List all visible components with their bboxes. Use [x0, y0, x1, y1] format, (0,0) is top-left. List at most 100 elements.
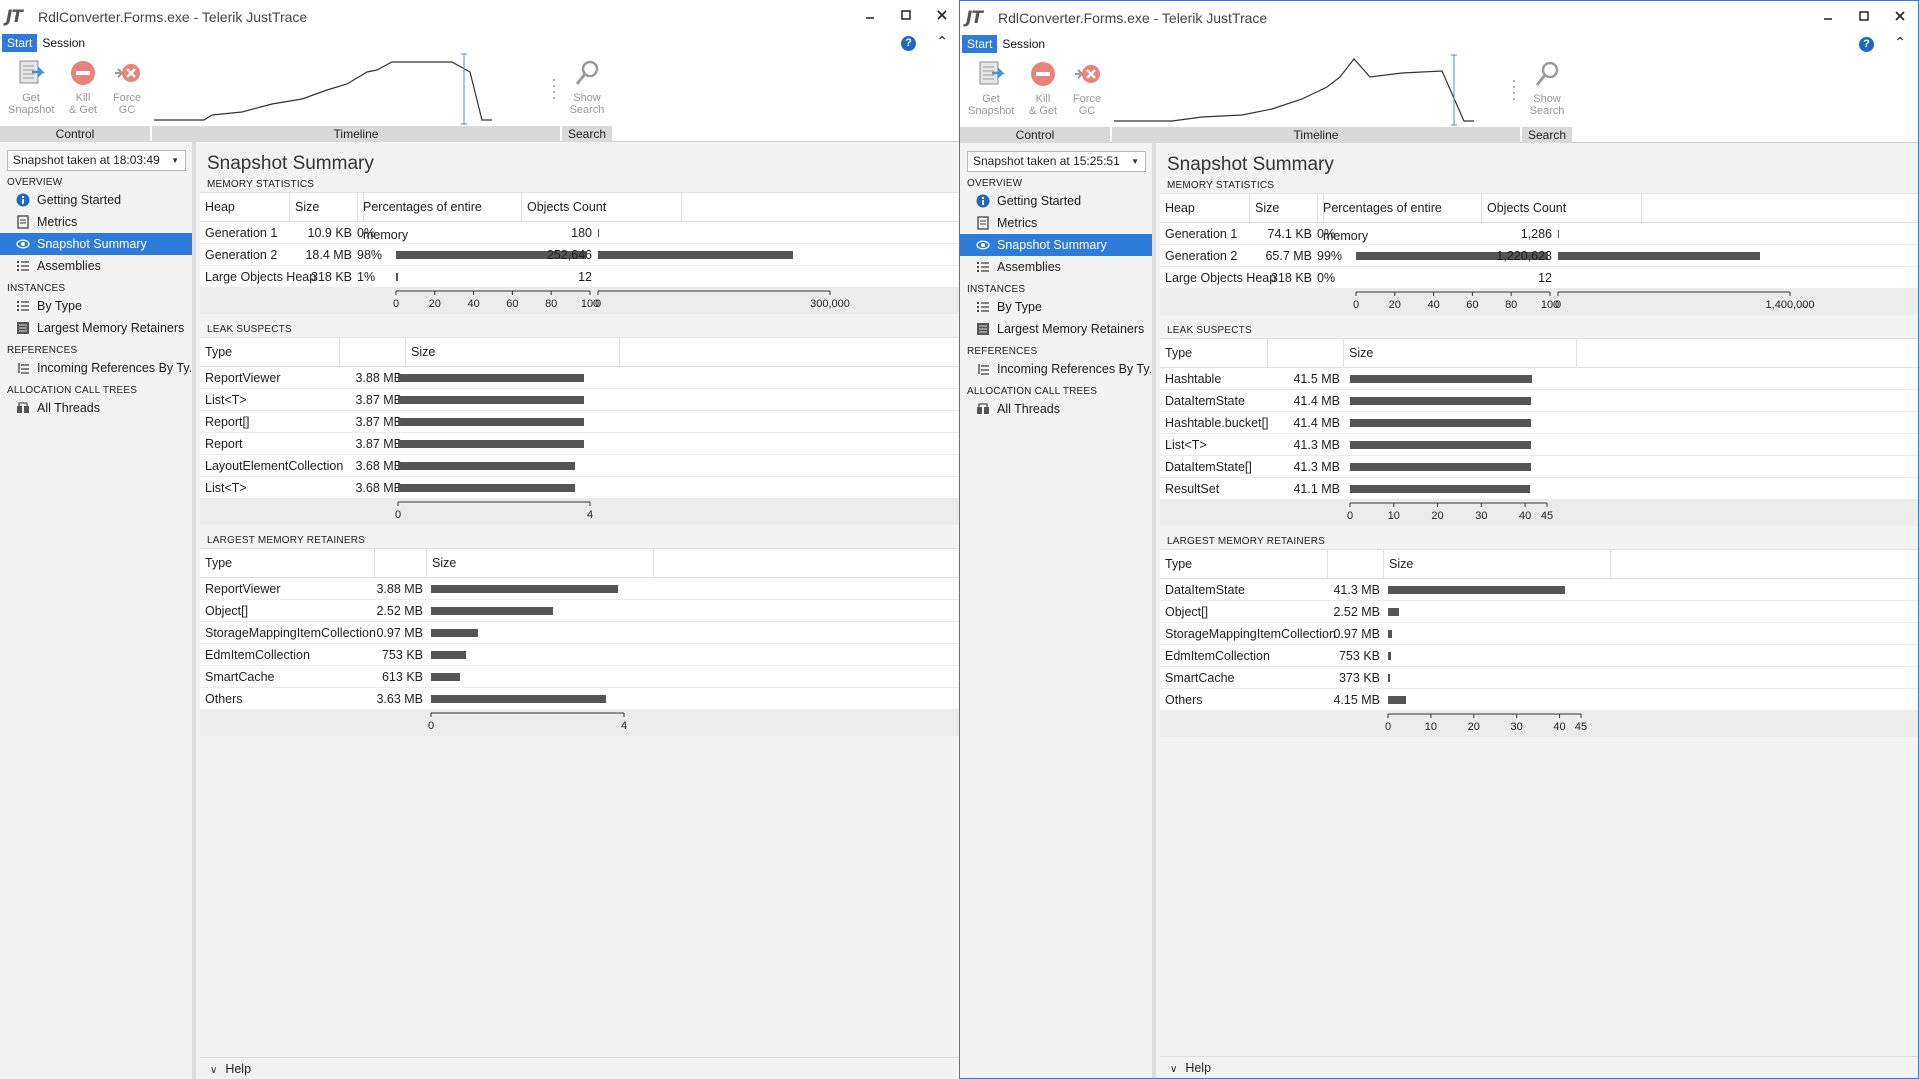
- kill-get-button[interactable]: Kill & Get: [1020, 57, 1066, 117]
- minimize-button[interactable]: [1810, 1, 1846, 31]
- table-row[interactable]: Generation 1 74.1 KB 0% 1,286: [1160, 223, 1918, 245]
- table-row[interactable]: List<T> 41.3 MB: [1160, 434, 1918, 456]
- table-row[interactable]: Object[] 2.52 MB: [1160, 601, 1918, 623]
- table-row[interactable]: ReportViewer 3.88 MB: [200, 367, 960, 389]
- size-bar: [1388, 630, 1393, 638]
- table-row[interactable]: ReportViewer 3.88 MB: [200, 578, 960, 600]
- show-search-button[interactable]: Show Search: [1524, 57, 1570, 117]
- table-row[interactable]: Generation 2 18.4 MB 98% 252,646: [200, 244, 960, 266]
- table-row[interactable]: SmartCache 613 KB: [200, 666, 960, 688]
- force-gc-button[interactable]: Force GC: [104, 56, 150, 116]
- column-header-percentages-of-entire-memory[interactable]: Percentages of entire memory: [358, 193, 522, 242]
- sidebar-item-metrics[interactable]: Metrics: [0, 211, 192, 233]
- close-button[interactable]: [1882, 1, 1918, 31]
- column-header-size[interactable]: Size: [290, 193, 358, 221]
- get-snapshot-button[interactable]: Get Snapshot: [8, 56, 54, 116]
- force-gc-button[interactable]: Force GC: [1064, 57, 1110, 117]
- sidebar-item-by-type[interactable]: By Type: [0, 295, 192, 317]
- minimize-button[interactable]: [852, 0, 888, 30]
- column-header-size[interactable]: Size: [406, 338, 620, 366]
- table-row[interactable]: Others 4.15 MB: [1160, 689, 1918, 711]
- sidebar-item-largest-memory-retainers[interactable]: Largest Memory Retainers: [960, 318, 1152, 340]
- tab-start[interactable]: Start: [962, 35, 998, 53]
- tab-start[interactable]: Start: [2, 34, 38, 52]
- sidebar-item-getting-started[interactable]: Getting Started: [0, 189, 192, 211]
- button-label-line1: Force: [1072, 93, 1102, 105]
- help-panel-toggle[interactable]: ∨ Help: [1160, 1056, 1918, 1078]
- size-value: 41.1 MB: [1293, 482, 1340, 496]
- close-button[interactable]: [924, 0, 960, 30]
- tab-session[interactable]: Session: [37, 34, 90, 52]
- column-header-heap[interactable]: Heap: [1160, 194, 1250, 222]
- column-header-heap[interactable]: Heap: [200, 193, 290, 221]
- table-row[interactable]: DataItemState 41.4 MB: [1160, 390, 1918, 412]
- help-icon[interactable]: ?: [901, 36, 916, 51]
- sidebar-item-metrics[interactable]: Metrics: [960, 212, 1152, 234]
- snapshot-select[interactable]: Snapshot taken at 15:25:51 ▼: [967, 151, 1146, 172]
- table-row[interactable]: EdmItemCollection 753 KB: [1160, 645, 1918, 667]
- tab-session[interactable]: Session: [997, 35, 1050, 53]
- heap-name: Generation 2: [1165, 249, 1238, 263]
- window-controls: [1810, 1, 1918, 31]
- column-header-type[interactable]: Type: [200, 338, 340, 366]
- maximize-button[interactable]: [1846, 1, 1882, 31]
- table-row[interactable]: DataItemState 41.3 MB: [1160, 579, 1918, 601]
- column-header-type[interactable]: Type: [1160, 339, 1268, 367]
- maximize-button[interactable]: [888, 0, 924, 30]
- sidebar-item-all-threads[interactable]: All Threads: [960, 398, 1152, 420]
- column-header-objects-count[interactable]: Objects Count: [1482, 194, 1642, 222]
- sidebar-item-getting-started[interactable]: Getting Started: [960, 190, 1152, 212]
- collapse-ribbon-icon[interactable]: ⌃: [1894, 34, 1906, 51]
- sidebar-item-incoming-references-by-ty[interactable]: Incoming References By Ty...: [960, 358, 1152, 380]
- column-header-size[interactable]: Size: [1250, 194, 1318, 222]
- table-row[interactable]: Generation 1 10.9 KB 0% 180: [200, 222, 960, 244]
- table-row[interactable]: Object[] 2.52 MB: [200, 600, 960, 622]
- column-header-size[interactable]: Size: [1384, 550, 1611, 578]
- table-row[interactable]: Generation 2 65.7 MB 99% 1,220,623: [1160, 245, 1918, 267]
- column-header-objects-count[interactable]: Objects Count: [522, 193, 682, 221]
- column-header-percentages-of-entire-memory[interactable]: Percentages of entire memory: [1318, 194, 1482, 243]
- column-header-size[interactable]: Size: [427, 549, 654, 577]
- sidebar-item-assemblies[interactable]: Assemblies: [960, 256, 1152, 278]
- sidebar-item-by-type[interactable]: By Type: [960, 296, 1152, 318]
- table-row[interactable]: Report 3.87 MB: [200, 433, 960, 455]
- help-panel-toggle[interactable]: ∨ Help: [200, 1057, 960, 1079]
- title-bar[interactable]: JT RdlConverter.Forms.exe - Telerik JustT…: [960, 1, 1918, 35]
- table-row[interactable]: Others 3.63 MB: [200, 688, 960, 710]
- largest-memory-retainers-table: Type Size DataItemState 41.3 MB Object[] 2.52…: [1160, 549, 1918, 737]
- table-row[interactable]: Hashtable.bucket[] 41.4 MB: [1160, 412, 1918, 434]
- size-tick-label: 45: [1574, 721, 1588, 733]
- table-row[interactable]: LayoutElementCollection 3.68 MB: [200, 455, 960, 477]
- table-row[interactable]: StorageMappingItemCollection 0.97 MB: [200, 622, 960, 644]
- objects-count: 252,646: [546, 248, 592, 262]
- table-row[interactable]: SmartCache 373 KB: [1160, 667, 1918, 689]
- sidebar-item-snapshot-summary[interactable]: Snapshot Summary: [960, 234, 1152, 256]
- table-row[interactable]: Large Objects Heap 318 KB 0% 12: [1160, 267, 1918, 289]
- table-row[interactable]: EdmItemCollection 753 KB: [200, 644, 960, 666]
- table-row[interactable]: ResultSet 41.1 MB: [1160, 478, 1918, 500]
- sidebar-item-assemblies[interactable]: Assemblies: [0, 255, 192, 277]
- column-header-type[interactable]: Type: [1160, 550, 1328, 578]
- column-header-type[interactable]: Type: [200, 549, 375, 577]
- help-icon[interactable]: ?: [1859, 37, 1874, 52]
- table-header: Type Size: [1160, 338, 1918, 368]
- kill-get-button[interactable]: Kill & Get: [60, 56, 106, 116]
- table-row[interactable]: List<T> 3.87 MB: [200, 389, 960, 411]
- sidebar-item-all-threads[interactable]: All Threads: [0, 397, 192, 419]
- table-row[interactable]: Report[] 3.87 MB: [200, 411, 960, 433]
- table-row[interactable]: DataItemState[] 41.3 MB: [1160, 456, 1918, 478]
- snapshot-select[interactable]: Snapshot taken at 18:03:49 ▼: [7, 150, 186, 171]
- table-row[interactable]: List<T> 3.68 MB: [200, 477, 960, 499]
- show-search-button[interactable]: Show Search: [564, 56, 610, 116]
- get-snapshot-button[interactable]: Get Snapshot: [968, 57, 1014, 117]
- table-row[interactable]: StorageMappingItemCollection 0.97 MB: [1160, 623, 1918, 645]
- sidebar-item-snapshot-summary[interactable]: Snapshot Summary: [0, 233, 192, 255]
- sidebar-item-largest-memory-retainers[interactable]: Largest Memory Retainers: [0, 317, 192, 339]
- column-header-size[interactable]: Size: [1344, 339, 1577, 367]
- collapse-ribbon-icon[interactable]: ⌃: [936, 33, 948, 50]
- table-row[interactable]: Hashtable 41.5 MB: [1160, 368, 1918, 390]
- table-row[interactable]: Large Objects Heap 318 KB 1% 12: [200, 266, 960, 288]
- percent-tick-label: 40: [1427, 299, 1440, 311]
- sidebar-item-incoming-references-by-ty[interactable]: Incoming References By Ty...: [0, 357, 192, 379]
- title-bar[interactable]: JT RdlConverter.Forms.exe - Telerik JustT…: [0, 0, 960, 34]
